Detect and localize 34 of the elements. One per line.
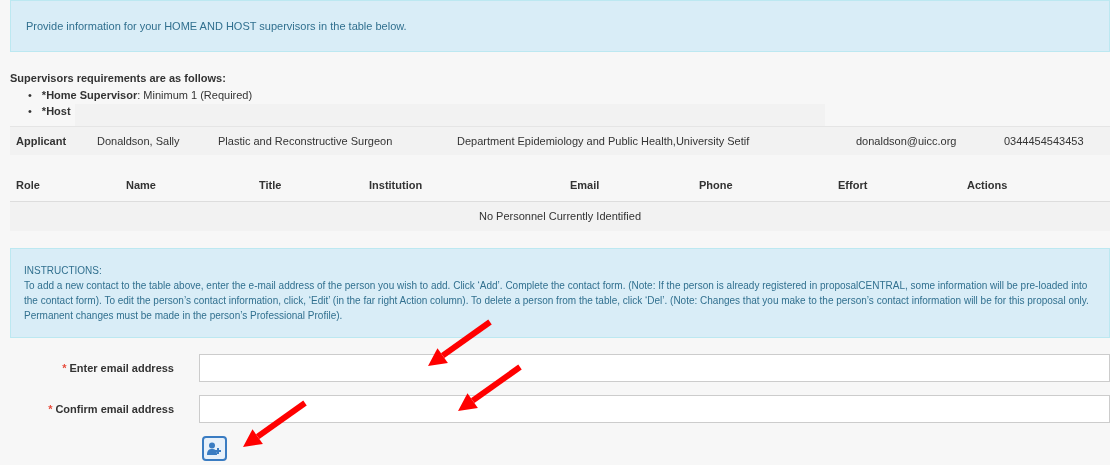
required-asterisk: * — [62, 360, 67, 376]
bullet: • — [28, 104, 32, 119]
requirement-item: *Home Supervisor: Minimum 1 (Required) — [41, 88, 253, 103]
requirement-item: *Host — [41, 104, 71, 119]
empty-message: No Personnel Currently Identified — [479, 209, 641, 225]
column-header: Institution — [369, 177, 424, 193]
column-header: Phone — [699, 177, 734, 193]
email-field[interactable] — [199, 354, 1110, 382]
add-person-icon — [207, 442, 222, 455]
column-header: Role — [16, 177, 41, 193]
required-asterisk: * — [48, 401, 53, 417]
notice-banner: Provide information for your HOME AND HOST supervisors in the table below. — [10, 0, 1110, 52]
email-field[interactable] — [199, 395, 1110, 423]
add-contact-button[interactable] — [202, 436, 227, 461]
column-header: Effort — [838, 177, 869, 193]
instructions-text: To add a new contact to the table above, enter the e-mail address of the person you wish to add. Click ‘Add’. Complete the contact form. (Note: If the person is already registered in proposalCENTRAL, some information will be pre-loaded into the contact form). To edit the person’s contact information, click, ‘Edit’ (in the far right Action column). To delete a person from the table, click ‘Del’. (Note: Changes that you make to the person’s contact information will be for this proposal only. Permanent changes must be made in the person’s Professional Profile). — [24, 279, 1090, 323]
column-header: Title — [259, 177, 283, 193]
instructions-title: INSTRUCTIONS: — [24, 264, 103, 278]
table-cell-text: Plastic and Reconstructive Surgeon — [218, 133, 394, 149]
requirements-heading: Supervisors requirements are as follows: — [10, 71, 227, 85]
table-cell-text: Donaldson, Sally — [97, 133, 181, 149]
field-label: Confirm email address — [55, 401, 174, 417]
column-header: Actions — [967, 177, 1009, 193]
arrow-annotation — [428, 319, 492, 366]
table-cell-text: Department Epidemiology and Public Health,University Setif — [457, 133, 751, 149]
arrow-annotation — [458, 364, 522, 411]
column-header: Name — [126, 177, 157, 193]
applicant-label: Applicant — [16, 133, 68, 149]
field-label: Enter email address — [69, 360, 174, 376]
table-cell-text: donaldson@uicc.org — [856, 133, 958, 149]
arrow-annotation — [243, 400, 307, 447]
column-header: Email — [570, 177, 601, 193]
bullet: • — [28, 88, 32, 103]
table-cell-text: 0344454543453 — [1004, 133, 1085, 149]
